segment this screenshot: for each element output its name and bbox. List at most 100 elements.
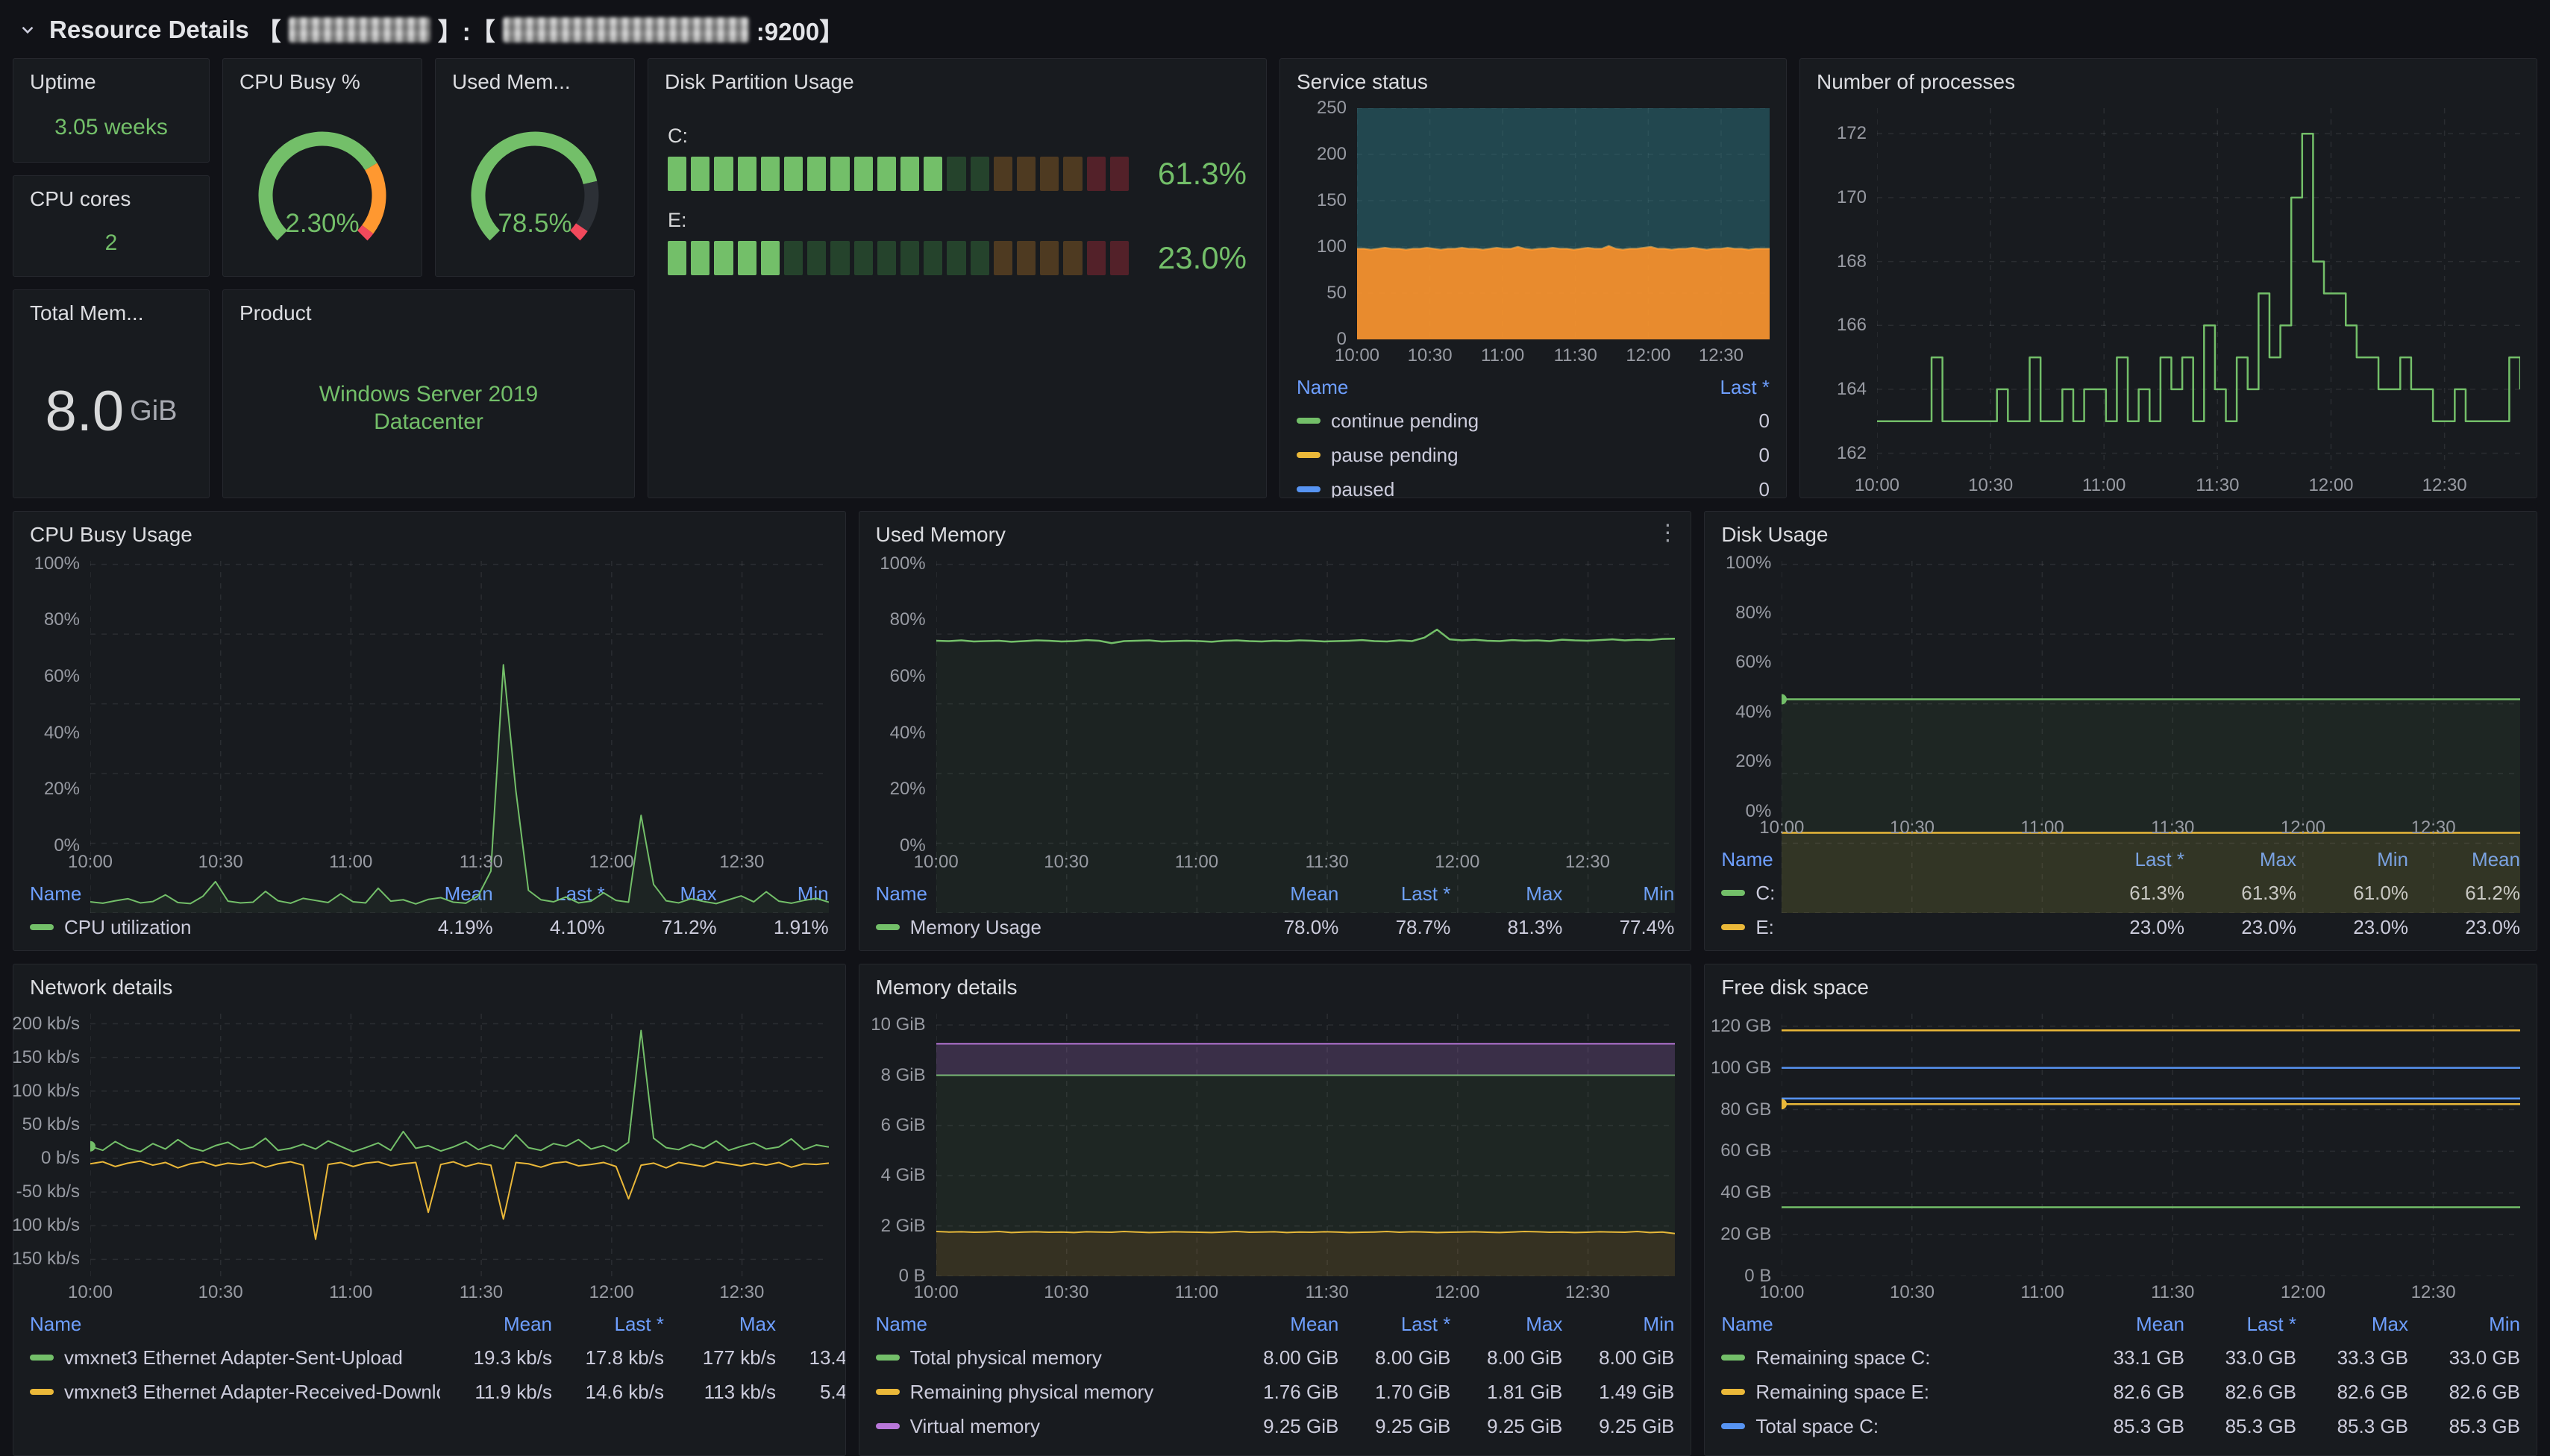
led-segment — [1087, 241, 1106, 275]
series-color-swatch — [30, 924, 54, 930]
panel-title[interactable]: Number of processes — [1800, 59, 2537, 102]
partition-label: C: — [668, 125, 1129, 148]
y-tick-label: 40% — [890, 723, 926, 744]
legend-col-header[interactable]: Min — [776, 1313, 845, 1336]
legend-value: 1.49 GiB — [1562, 1381, 1674, 1404]
y-tick-label: 0 b/s — [41, 1148, 80, 1169]
legend-row[interactable]: Remaining space E:82.6 GB82.6 GB82.6 GB8… — [1721, 1375, 2520, 1409]
x-tick-label: 11:00 — [1175, 852, 1218, 873]
panel-title[interactable]: Memory details — [859, 964, 1691, 1008]
panel-title[interactable]: Disk Usage — [1705, 512, 2537, 555]
x-tick-label: 12:00 — [2308, 475, 2353, 496]
led-segment — [1040, 241, 1059, 275]
panel-title[interactable]: Uptime — [13, 59, 209, 102]
led-segment — [854, 157, 873, 191]
panel-uptime: Uptime 3.05 weeks — [13, 58, 210, 163]
legend-row[interactable]: paused0 — [1297, 472, 1770, 498]
y-tick-label: 20 GB — [1720, 1224, 1771, 1245]
panel-title[interactable]: Total Mem... — [13, 290, 209, 333]
x-tick-label: 10:30 — [1044, 1282, 1088, 1303]
collapse-chevron-icon[interactable] — [18, 20, 37, 40]
service-status-chart[interactable]: 050100150200250 10:0010:3011:0011:3012:0… — [1280, 102, 1786, 368]
led-segment — [807, 241, 826, 275]
legend-row[interactable]: Total space C:85.3 GB85.3 GB85.3 GB85.3 … — [1721, 1409, 2520, 1443]
x-tick-label: 11:30 — [1305, 1282, 1348, 1303]
legend-col-header[interactable]: Last * — [1673, 376, 1770, 399]
network-chart[interactable]: 200 kb/s150 kb/s100 kb/s50 kb/s0 b/s-50 … — [13, 1008, 845, 1305]
memory-details-legend: NameMeanLast *MaxMin Total physical memor… — [859, 1305, 1691, 1449]
y-tick-label: 200 kb/s — [13, 1014, 80, 1035]
legend-col-header[interactable]: Last * — [552, 1313, 664, 1336]
panel-title[interactable]: Service status — [1280, 59, 1786, 102]
led-segment — [668, 157, 686, 191]
panel-title[interactable]: Used Memory — [859, 512, 1691, 555]
led-segment — [1087, 157, 1106, 191]
memory-details-chart[interactable]: 0 B2 GiB4 GiB6 GiB8 GiB10 GiB 10:0010:30… — [859, 1008, 1691, 1305]
legend-col-header[interactable]: Max — [2296, 1313, 2408, 1336]
legend-name-header[interactable]: Name — [876, 1313, 1227, 1336]
legend-row[interactable]: Remaining space C:33.1 GB33.0 GB33.3 GB3… — [1721, 1340, 2520, 1375]
y-tick-label: 20% — [44, 779, 80, 800]
panel-title[interactable]: CPU cores — [13, 176, 209, 219]
legend-row[interactable]: vmxnet3 Ethernet Adapter-Sent-Upload19.3… — [30, 1340, 845, 1375]
y-tick-label: 60% — [44, 666, 80, 687]
legend-row[interactable]: vmxnet3 Ethernet Adapter-Received-Downlo… — [30, 1375, 845, 1409]
led-segment — [761, 157, 780, 191]
y-tick-label: 2 GiB — [881, 1216, 926, 1237]
series-color-swatch — [1297, 452, 1321, 458]
x-tick-label: 10:30 — [198, 852, 243, 873]
legend-name-header[interactable]: Name — [1297, 376, 1673, 399]
legend-row[interactable]: Remaining physical memory1.76 GiB1.70 Gi… — [876, 1375, 1675, 1409]
legend-row[interactable]: CPU utilization4.19%4.10%71.2%1.91% — [30, 910, 829, 944]
processes-chart[interactable]: 162164166168170172 10:0010:3011:0011:301… — [1800, 102, 2537, 498]
legend-value: 9.25 GiB — [1338, 1415, 1450, 1438]
x-tick-label: 10:30 — [1890, 818, 1935, 838]
series-color-swatch — [1297, 486, 1321, 492]
led-segment — [691, 157, 709, 191]
y-tick-label: 4 GiB — [881, 1165, 926, 1186]
chart-svg — [1782, 561, 2520, 913]
panel-menu-icon[interactable]: ⋮ — [1656, 521, 1679, 546]
panel-title[interactable]: CPU Busy Usage — [13, 512, 845, 555]
legend-col-header[interactable]: Mean — [1227, 1313, 1338, 1336]
used-memory-chart[interactable]: 0%20%40%60%80%100% 10:0010:3011:0011:301… — [859, 555, 1691, 874]
disk-partition-gauges: C:61.3%E:23.0% — [648, 102, 1266, 498]
x-tick-label: 12:30 — [719, 852, 764, 873]
legend-col-header[interactable]: Max — [1450, 1313, 1562, 1336]
panel-title[interactable]: Used Mem... — [436, 59, 634, 102]
legend-row[interactable]: continue pending0 — [1297, 404, 1770, 438]
legend-row[interactable]: Virtual memory9.25 GiB9.25 GiB9.25 GiB9.… — [876, 1409, 1675, 1443]
legend-col-header[interactable]: Min — [2408, 1313, 2520, 1336]
legend-col-header[interactable]: Last * — [2184, 1313, 2296, 1336]
legend-col-header[interactable]: Min — [1562, 1313, 1674, 1336]
legend-series-name: Total space C: — [1721, 1415, 2073, 1438]
panel-title[interactable]: Network details — [13, 964, 845, 1008]
disk-usage-chart[interactable]: 0%20%40%60%80%100% 10:0010:3011:0011:301… — [1705, 555, 2537, 840]
legend-name-header[interactable]: Name — [30, 1313, 440, 1336]
panel-title[interactable]: Free disk space — [1705, 964, 2537, 1008]
legend-name-header[interactable]: Name — [1721, 1313, 2073, 1336]
legend-row[interactable]: Memory Usage78.0%78.7%81.3%77.4% — [876, 910, 1675, 944]
panel-title[interactable]: CPU Busy % — [223, 59, 422, 102]
legend-value: 11.9 kb/s — [440, 1381, 552, 1404]
free-disk-chart[interactable]: 0 B20 GB40 GB60 GB80 GB100 GB120 GB 10:0… — [1705, 1008, 2537, 1305]
legend-row[interactable]: E:23.0%23.0%23.0%23.0% — [1721, 910, 2520, 944]
panel-title[interactable]: Disk Partition Usage — [648, 59, 1266, 102]
y-tick-label: 10 GiB — [871, 1014, 925, 1035]
panel-title[interactable]: Product — [223, 290, 634, 333]
legend-row[interactable]: pause pending0 — [1297, 438, 1770, 472]
x-tick-label: 11:30 — [460, 852, 503, 873]
led-segment — [738, 157, 756, 191]
legend-col-header[interactable]: Max — [664, 1313, 776, 1336]
led-segment — [971, 157, 989, 191]
led-segment — [994, 241, 1012, 275]
legend-col-header[interactable]: Mean — [2073, 1313, 2184, 1336]
y-tick-label: -50 kb/s — [16, 1182, 80, 1202]
legend-col-header[interactable]: Mean — [440, 1313, 552, 1336]
legend-col-header[interactable]: Last * — [1338, 1313, 1450, 1336]
cpu-busy-usage-chart[interactable]: 0%20%40%60%80%100% 10:0010:3011:0011:301… — [13, 555, 845, 874]
x-tick-label: 12:30 — [2422, 475, 2467, 496]
partition-usage-value: 61.3% — [1150, 157, 1247, 191]
legend-row[interactable]: Total physical memory8.00 GiB8.00 GiB8.0… — [876, 1340, 1675, 1375]
y-tick-label: 6 GiB — [881, 1115, 926, 1136]
